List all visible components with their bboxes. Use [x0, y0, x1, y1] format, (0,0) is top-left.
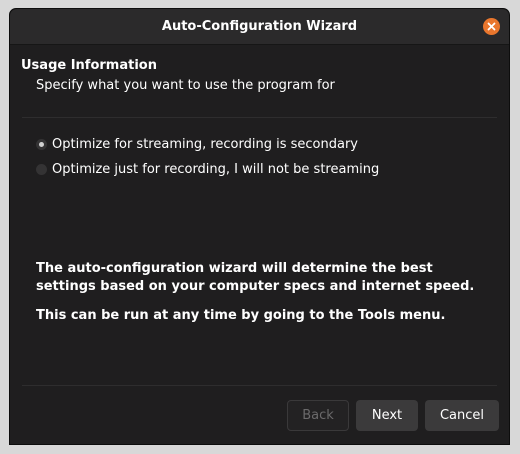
section-heading: Usage Information: [21, 58, 157, 73]
info-description: The auto-configuration wizard will deter…: [36, 261, 475, 294]
title-bar[interactable]: Auto-Configuration Wizard: [10, 9, 509, 45]
section-subheading: Specify what you want to use the program…: [36, 78, 335, 93]
option-streaming-label: Optimize for streaming, recording is sec…: [52, 136, 359, 152]
radio-streaming[interactable]: [36, 138, 47, 150]
option-recording-label: Optimize just for recording, I will not …: [52, 161, 380, 177]
close-button[interactable]: [483, 18, 500, 35]
option-streaming[interactable]: Optimize for streaming, recording is sec…: [36, 135, 358, 153]
wizard-window: Auto-Configuration Wizard Usage Informat…: [9, 8, 510, 445]
close-icon: [487, 22, 496, 31]
bottom-divider: [22, 385, 497, 386]
wizard-content: Usage Information Specify what you want …: [10, 45, 509, 444]
info-tools-hint: This can be run at any time by going to …: [36, 308, 446, 323]
option-recording[interactable]: Optimize just for recording, I will not …: [36, 160, 379, 178]
top-divider: [22, 117, 497, 118]
radio-recording[interactable]: [36, 163, 47, 175]
window-title: Auto-Configuration Wizard: [161, 19, 358, 34]
next-button[interactable]: Next: [356, 400, 418, 431]
cancel-button[interactable]: Cancel: [425, 400, 499, 431]
back-button[interactable]: Back: [287, 400, 349, 431]
